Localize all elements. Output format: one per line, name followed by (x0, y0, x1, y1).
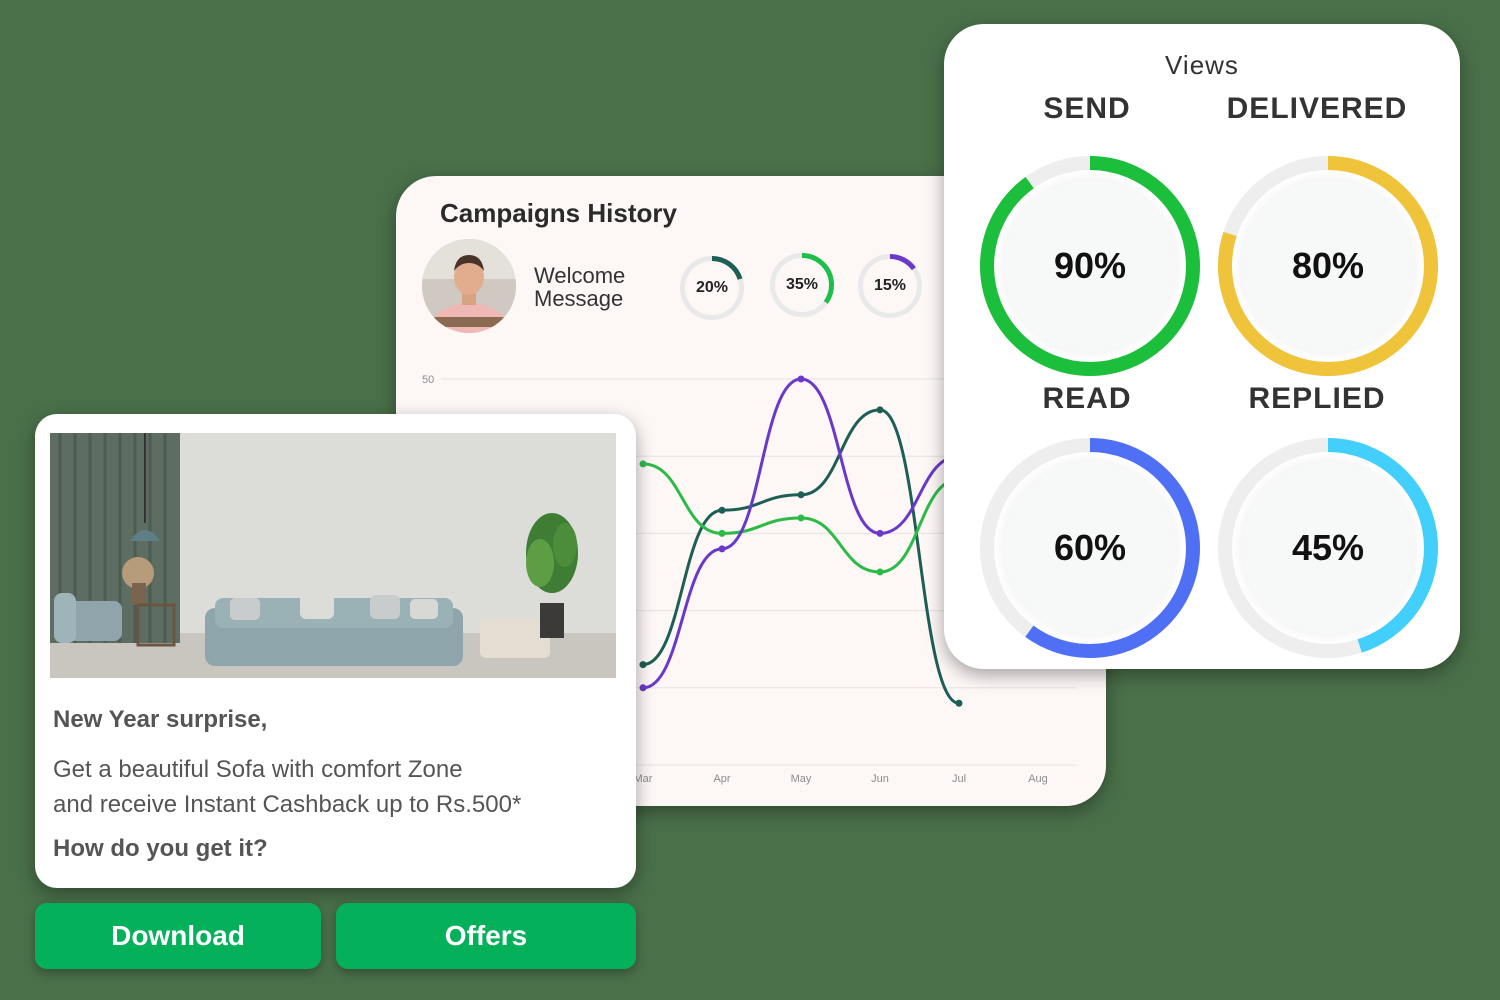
mini-ring-1-pct: 20% (695, 279, 729, 296)
views-title: Views (1165, 50, 1239, 80)
download-button[interactable]: Download (35, 903, 321, 969)
x-tick-label: Mar (634, 773, 653, 785)
replied-label: REPLIED (1248, 382, 1386, 415)
welcome-message-label: Welcome Message (534, 264, 664, 310)
series-point (876, 406, 884, 414)
x-tick-label: Jun (871, 773, 889, 785)
campaigns-history-title: Campaigns History (440, 198, 677, 228)
views-card: Views SEND DELIVERED READ REPLIED 90% 80… (944, 24, 1460, 669)
read-pct: 60% (1053, 527, 1127, 568)
mini-ring-2: 35% (770, 253, 834, 317)
series-point (876, 568, 884, 576)
welcome-line-1: Welcome (534, 263, 626, 288)
x-tick-label: Aug (1028, 773, 1048, 785)
delivered-pct: 80% (1291, 245, 1365, 286)
offer-line-1: Get a beautiful Sofa with comfort Zone (53, 756, 463, 783)
offer-line-2: and receive Instant Cashback up to Rs.50… (53, 791, 522, 818)
sofa-living-room-image (50, 433, 616, 678)
series-point (797, 375, 805, 383)
mini-ring-3: 15% (858, 254, 922, 318)
series-point (797, 491, 805, 499)
series-point (718, 506, 726, 514)
replied-ring: 45% (1218, 438, 1438, 658)
y-tick-label: 50 (422, 374, 434, 386)
replied-pct: 45% (1291, 527, 1365, 568)
mini-ring-2-pct: 35% (785, 276, 819, 293)
welcome-line-2: Message (534, 286, 624, 311)
avatar (422, 239, 516, 333)
offer-question: How do you get it? (53, 835, 268, 862)
series-point (639, 661, 647, 669)
series-point (718, 529, 726, 537)
offer-body: Get a beautiful Sofa with comfort Zone a… (53, 752, 623, 822)
offer-message-card: New Year surprise, Get a beautiful Sofa … (35, 414, 636, 888)
series-point (876, 529, 884, 537)
series-point (718, 545, 726, 553)
series-point (639, 684, 647, 692)
mini-ring-3-pct: 15% (873, 277, 907, 294)
offer-heading: New Year surprise, (53, 706, 268, 733)
read-ring: 60% (980, 438, 1200, 658)
send-ring: 90% (980, 156, 1200, 376)
series-point (639, 460, 647, 468)
delivered-ring: 80% (1218, 156, 1438, 376)
x-tick-label: May (791, 773, 812, 785)
x-tick-label: Apr (713, 773, 730, 785)
series-point (955, 699, 963, 707)
offers-button[interactable]: Offers (336, 903, 636, 969)
send-pct: 90% (1053, 245, 1127, 286)
send-label: SEND (1043, 92, 1131, 125)
read-label: READ (1042, 382, 1132, 415)
delivered-label: DELIVERED (1226, 92, 1408, 125)
series-point (797, 514, 805, 522)
mini-ring-1: 20% (680, 256, 744, 320)
x-tick-label: Jul (952, 773, 966, 785)
series-line-1 (642, 408, 960, 705)
